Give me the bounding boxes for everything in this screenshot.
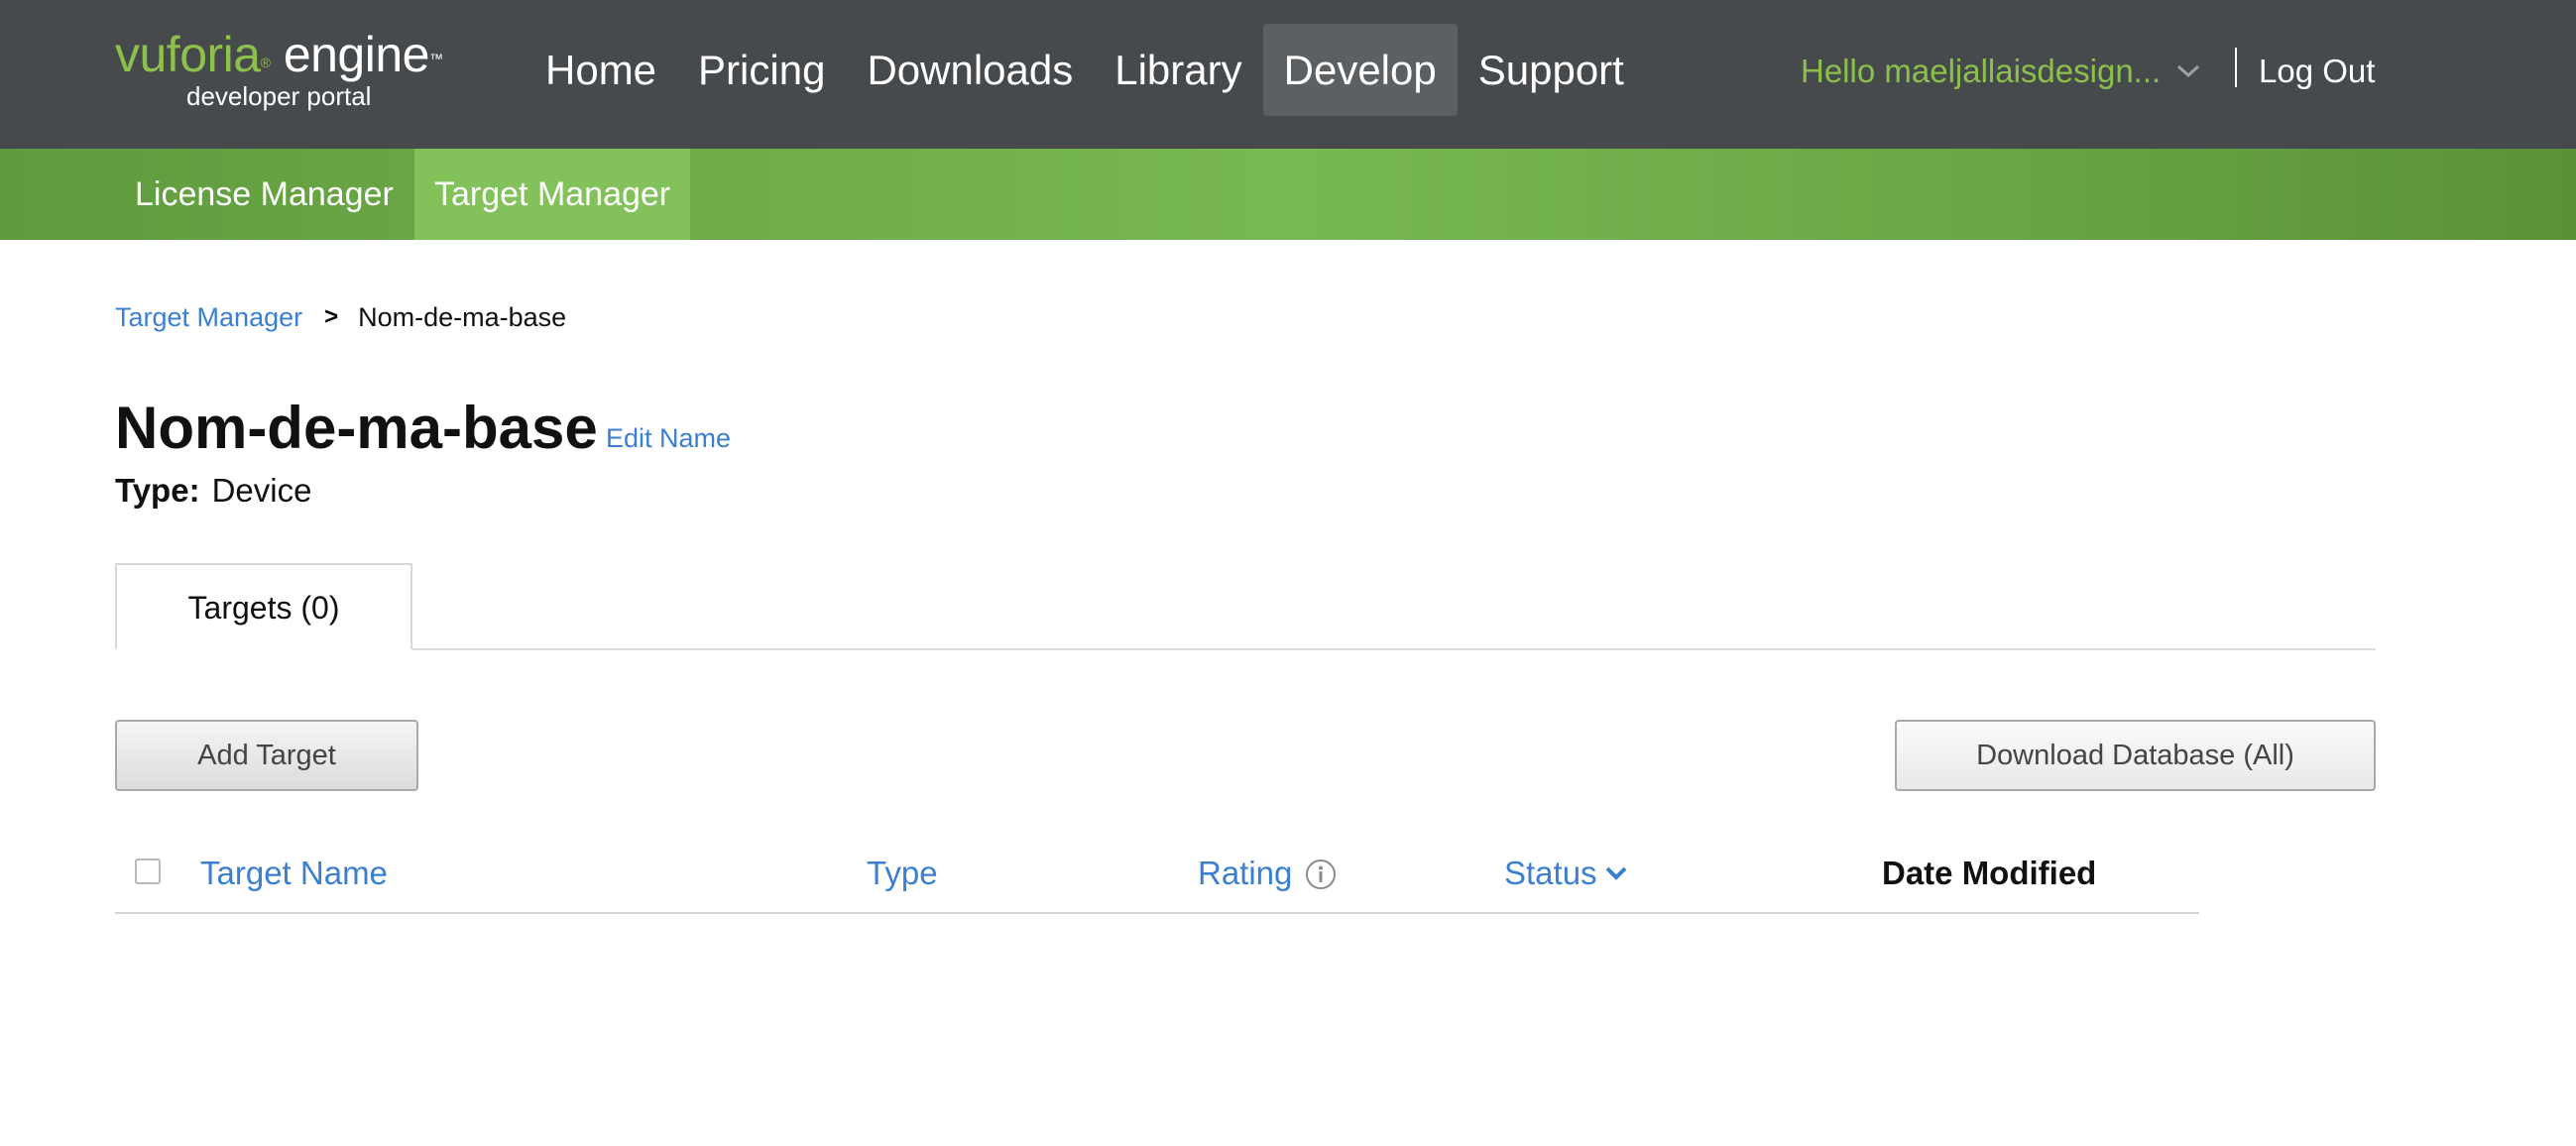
breadcrumb: Target Manager > Nom-de-ma-base <box>115 299 566 335</box>
database-type: Type: Device <box>115 470 311 512</box>
edit-name-link[interactable]: Edit Name <box>606 420 731 456</box>
logout-link[interactable]: Log Out <box>2259 48 2375 95</box>
user-menu-dropdown[interactable]: Hello maeljallaisdesign... <box>1801 48 2200 95</box>
nav-item-home[interactable]: Home <box>525 24 677 116</box>
nav-divider <box>2235 48 2237 87</box>
breadcrumb-separator: > <box>324 303 339 330</box>
user-greeting: Hello maeljallaisdesign... <box>1801 53 2162 89</box>
logo-engine-text: engine <box>283 27 430 82</box>
type-label: Type: <box>115 472 200 509</box>
column-date-modified: Date Modified <box>1882 855 2097 891</box>
column-rating[interactable]: Rating <box>1198 851 1292 896</box>
logo-wordmark: vuforia® engine™ <box>115 26 443 83</box>
logo-vuforia-text: vuforia <box>115 27 261 82</box>
nav-item-downloads[interactable]: Downloads <box>846 24 1094 116</box>
page-title: Nom-de-ma-base <box>115 395 598 461</box>
breadcrumb-current: Nom-de-ma-base <box>358 301 567 332</box>
vuforia-engine-logo[interactable]: vuforia® engine™ developer portal <box>115 26 443 111</box>
subnav-item-target-manager[interactable]: Target Manager <box>414 149 691 240</box>
column-status[interactable]: Status <box>1504 851 1627 896</box>
main-nav: Home Pricing Downloads Library Develop S… <box>525 24 1645 116</box>
column-status-label: Status <box>1504 855 1597 891</box>
subnav-item-license-manager[interactable]: License Manager <box>115 149 413 240</box>
logo-trademark-mark: ™ <box>428 51 443 66</box>
logo-subtitle: developer portal <box>186 81 372 111</box>
sub-navigation-bar: License Manager Target Manager <box>0 149 2576 240</box>
nav-item-support[interactable]: Support <box>1458 24 1645 116</box>
chevron-down-icon <box>2177 64 2200 78</box>
top-navigation-bar: vuforia® engine™ developer portal Home P… <box>0 0 2576 149</box>
type-value: Device <box>211 472 312 509</box>
chevron-down-icon <box>1605 866 1626 880</box>
nav-item-pricing[interactable]: Pricing <box>677 24 846 116</box>
nav-item-library[interactable]: Library <box>1094 24 1262 116</box>
info-icon[interactable] <box>1305 859 1337 890</box>
tab-divider <box>115 648 2376 650</box>
select-all-checkbox[interactable] <box>135 859 161 884</box>
logo-registered-mark: ® <box>260 55 271 70</box>
nav-item-develop[interactable]: Develop <box>1262 24 1458 116</box>
download-database-button[interactable]: Download Database (All) <box>1895 720 2376 791</box>
column-target-name[interactable]: Target Name <box>200 851 388 896</box>
add-target-button[interactable]: Add Target <box>115 720 418 791</box>
tab-targets[interactable]: Targets (0) <box>115 563 412 650</box>
breadcrumb-target-manager-link[interactable]: Target Manager <box>115 302 302 333</box>
column-type[interactable]: Type <box>867 851 938 896</box>
targets-table-header: Target Name Type Rating Status Date Modi… <box>115 843 2199 914</box>
